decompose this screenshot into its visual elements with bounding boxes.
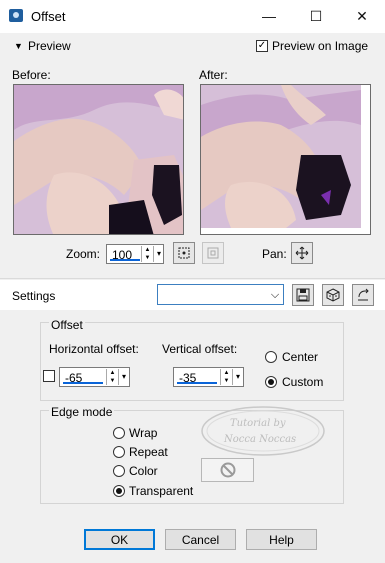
collapse-triangle-icon[interactable]: ▼ <box>14 41 23 51</box>
vertical-offset-label: Vertical offset: <box>162 342 238 356</box>
color-radio-label[interactable]: Color <box>129 464 158 478</box>
preview-bar: ▼ Preview ✓ Preview on Image <box>0 33 385 60</box>
repeat-radio-label[interactable]: Repeat <box>129 445 168 459</box>
before-label: Before: <box>12 68 51 82</box>
edge-color-swatch[interactable] <box>201 458 254 482</box>
zoom-actual-icon <box>207 247 219 259</box>
zoom-spin-arrows-icon[interactable]: ▲ ▼ <box>141 246 153 262</box>
color-radio[interactable] <box>113 465 125 477</box>
link-offsets-checkbox[interactable] <box>43 370 55 382</box>
after-preview-image[interactable] <box>200 84 371 235</box>
preview-on-image-label: Preview on Image <box>272 39 369 53</box>
watermark-line1: Tutorial by <box>230 418 286 429</box>
horizontal-dropdown-arrow-icon[interactable]: ▾ <box>118 369 129 385</box>
horizontal-spin-arrows-icon[interactable]: ▲ ▼ <box>106 369 118 385</box>
zoom-dropdown-arrow-icon[interactable]: ▾ <box>153 246 164 262</box>
center-radio-label[interactable]: Center <box>282 350 318 364</box>
close-button[interactable]: ✕ <box>339 0 385 32</box>
wrap-radio-label[interactable]: Wrap <box>129 426 157 440</box>
save-icon <box>296 288 310 302</box>
minimize-button[interactable]: — <box>246 0 292 32</box>
horizontal-offset-spinbox[interactable]: -65 ▲ ▼ ▾ <box>59 367 130 387</box>
horizontal-offset-underline <box>63 382 103 384</box>
radio-selected-dot <box>116 488 122 494</box>
help-button[interactable]: Help <box>246 529 317 550</box>
before-preview-image[interactable] <box>13 84 184 235</box>
zoom-underline <box>110 259 140 261</box>
app-icon <box>9 9 23 22</box>
horizontal-offset-label: Horizontal offset: <box>49 342 139 356</box>
settings-label: Settings <box>12 289 56 303</box>
offset-legend: Offset <box>49 318 85 332</box>
ok-button[interactable]: OK <box>84 529 155 550</box>
preview-on-image-checkbox[interactable]: ✓ <box>256 40 268 52</box>
transparent-radio-label[interactable]: Transparent <box>129 484 193 498</box>
no-color-icon <box>220 462 235 478</box>
vertical-dropdown-arrow-icon[interactable]: ▾ <box>232 369 243 385</box>
preset-dropdown-arrow-icon[interactable]: ⌵ <box>270 287 280 303</box>
pan-label: Pan: <box>262 247 287 261</box>
watermark-line2: Nocca Noccas <box>224 434 297 445</box>
maximize-button[interactable]: ☐ <box>293 0 339 32</box>
dice-icon <box>326 288 340 302</box>
zoom-fit-icon <box>178 247 190 259</box>
window-title: Offset <box>31 9 66 24</box>
settings-preset-dropdown[interactable]: ⌵ <box>157 284 284 305</box>
vertical-offset-underline <box>177 382 217 384</box>
center-radio[interactable] <box>265 351 277 363</box>
wrap-radio[interactable] <box>113 427 125 439</box>
section-divider <box>0 278 385 279</box>
edge-mode-legend: Edge mode <box>49 405 115 419</box>
custom-radio-label[interactable]: Custom <box>282 375 323 389</box>
pan-button[interactable] <box>291 242 313 264</box>
zoom-fit-button[interactable] <box>173 242 195 264</box>
zoom-spinbox[interactable]: 100 ▲ ▼ ▾ <box>106 244 164 264</box>
after-label: After: <box>199 68 228 82</box>
checkmark-icon: ✓ <box>257 40 267 51</box>
pan-move-icon <box>295 246 309 260</box>
title-bar: Offset — ☐ ✕ <box>0 0 385 32</box>
cancel-button[interactable]: Cancel <box>165 529 236 550</box>
zoom-label: Zoom: <box>66 247 101 261</box>
save-preset-button[interactable] <box>292 284 314 306</box>
watermark-logo: Tutorial by Nocca Noccas <box>200 405 326 457</box>
reset-icon <box>358 288 369 301</box>
radio-selected-dot <box>268 379 274 385</box>
zoom-actual-size-button[interactable] <box>202 242 224 264</box>
reset-button[interactable] <box>352 284 374 306</box>
vertical-offset-spinbox[interactable]: -35 ▲ ▼ ▾ <box>173 367 244 387</box>
custom-radio[interactable] <box>265 376 277 388</box>
randomize-button[interactable] <box>322 284 344 306</box>
vertical-spin-arrows-icon[interactable]: ▲ ▼ <box>220 369 232 385</box>
repeat-radio[interactable] <box>113 446 125 458</box>
transparent-radio[interactable] <box>113 485 125 497</box>
preview-toggle-label[interactable]: Preview <box>28 39 71 53</box>
